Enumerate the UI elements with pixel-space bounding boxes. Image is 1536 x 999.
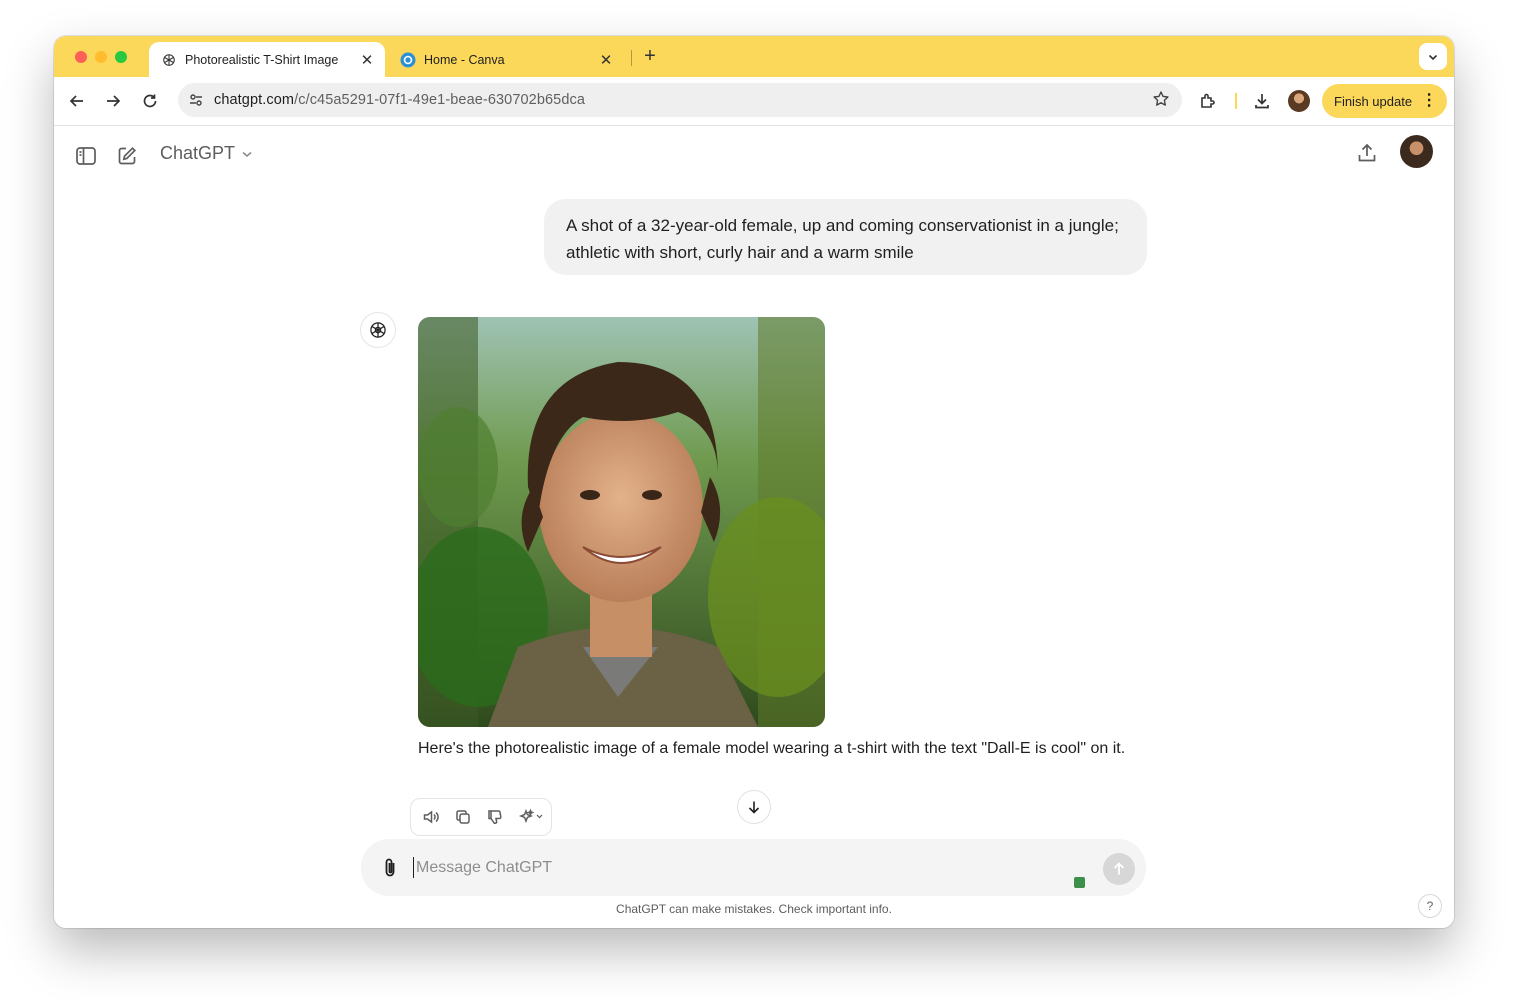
assistant-avatar-openai-icon bbox=[360, 312, 396, 348]
reload-icon bbox=[143, 94, 157, 108]
more-menu-icon[interactable]: ⋮ bbox=[1421, 93, 1437, 109]
maximize-window-button[interactable] bbox=[115, 51, 127, 63]
copy-button[interactable] bbox=[449, 803, 477, 831]
browser-toolbar: chatgpt.com/c/c45a5291-07f1-49e1-beae-63… bbox=[54, 77, 1454, 126]
share-button[interactable] bbox=[1354, 140, 1380, 166]
arrow-down-icon bbox=[748, 801, 760, 814]
paperclip-icon bbox=[385, 858, 395, 877]
attach-button[interactable] bbox=[377, 855, 403, 881]
thumbs-down-icon bbox=[488, 810, 502, 825]
chatgpt-app: ChatGPT A shot of a 32-year-old female, … bbox=[54, 126, 1454, 928]
reload-button[interactable] bbox=[138, 89, 162, 113]
model-name: ChatGPT bbox=[160, 143, 236, 163]
user-message-text: A shot of a 32-year-old female, up and c… bbox=[566, 216, 1119, 262]
finish-update-button[interactable]: Finish update ⋮ bbox=[1322, 84, 1447, 118]
sidebar-icon bbox=[76, 147, 96, 165]
arrow-left-icon bbox=[69, 95, 83, 107]
share-icon bbox=[1358, 143, 1376, 162]
tab-home-canva[interactable]: Home - Canva ✕ bbox=[388, 42, 624, 77]
message-composer bbox=[361, 839, 1146, 896]
tab-strip: Photorealistic T-Shirt Image ✕ Home - Ca… bbox=[54, 36, 1454, 77]
copy-icon bbox=[456, 810, 470, 824]
new-tab-button[interactable]: + bbox=[640, 45, 660, 68]
browser-window: Photorealistic T-Shirt Image ✕ Home - Ca… bbox=[54, 36, 1454, 928]
tab-photorealistic-t-shirt-image[interactable]: Photorealistic T-Shirt Image ✕ bbox=[149, 42, 385, 77]
finish-update-label: Finish update bbox=[1334, 93, 1413, 109]
forward-button[interactable] bbox=[101, 89, 125, 113]
thumbs-down-button[interactable] bbox=[481, 803, 509, 831]
minimize-window-button[interactable] bbox=[95, 51, 107, 63]
send-button[interactable] bbox=[1103, 853, 1135, 885]
speaker-icon bbox=[423, 810, 439, 824]
profile-avatar[interactable] bbox=[1288, 90, 1310, 112]
help-button[interactable]: ? bbox=[1418, 894, 1442, 918]
message-actions bbox=[410, 798, 552, 836]
extensions-icon[interactable] bbox=[1196, 89, 1220, 113]
url-path: /c/c45a5291-07f1-49e1-beae-630702b65dca bbox=[294, 92, 586, 108]
assistant-reply-text: Here's the photorealistic image of a fem… bbox=[418, 740, 1126, 757]
disclaimer-text: ChatGPT can make mistakes. Check importa… bbox=[616, 902, 892, 916]
sparkle-icon bbox=[518, 808, 543, 824]
user-avatar[interactable] bbox=[1400, 135, 1433, 168]
regenerate-model-button[interactable] bbox=[513, 803, 549, 831]
new-chat-button[interactable] bbox=[114, 143, 140, 169]
user-message: A shot of a 32-year-old female, up and c… bbox=[544, 199, 1147, 275]
tab-divider bbox=[631, 50, 632, 66]
address-bar[interactable]: chatgpt.com/c/c45a5291-07f1-49e1-beae-63… bbox=[178, 83, 1182, 117]
chevron-down-icon bbox=[1428, 54, 1438, 60]
arrow-right-icon bbox=[107, 95, 121, 107]
chevron-down-icon bbox=[242, 151, 252, 157]
message-input[interactable] bbox=[414, 851, 1058, 885]
bookmark-star-icon[interactable] bbox=[1152, 90, 1170, 113]
generated-image[interactable] bbox=[418, 317, 825, 727]
arrow-up-icon bbox=[1113, 862, 1125, 875]
model-selector[interactable]: ChatGPT bbox=[160, 143, 253, 164]
url-text: chatgpt.com/c/c45a5291-07f1-49e1-beae-63… bbox=[214, 92, 585, 108]
tab-close-icon[interactable]: ✕ bbox=[357, 51, 377, 69]
openai-icon bbox=[161, 52, 177, 68]
close-window-button[interactable] bbox=[75, 51, 87, 63]
back-button[interactable] bbox=[65, 89, 89, 113]
status-indicator bbox=[1074, 877, 1085, 888]
sidebar-toggle-button[interactable] bbox=[73, 143, 99, 169]
read-aloud-button[interactable] bbox=[417, 803, 445, 831]
downloads-icon[interactable] bbox=[1250, 89, 1274, 113]
site-settings-icon[interactable] bbox=[186, 90, 206, 110]
scroll-to-bottom-button[interactable] bbox=[737, 790, 771, 824]
url-host: chatgpt.com bbox=[214, 92, 295, 108]
tab-search-button[interactable] bbox=[1419, 43, 1447, 70]
toolbar-divider bbox=[1235, 93, 1237, 109]
tab-title: Photorealistic T-Shirt Image bbox=[185, 52, 339, 67]
window-controls bbox=[75, 51, 127, 63]
tab-close-icon[interactable]: ✕ bbox=[596, 51, 616, 69]
canva-icon bbox=[400, 52, 416, 68]
edit-icon bbox=[118, 146, 137, 165]
tab-title: Home - Canva bbox=[424, 52, 505, 67]
